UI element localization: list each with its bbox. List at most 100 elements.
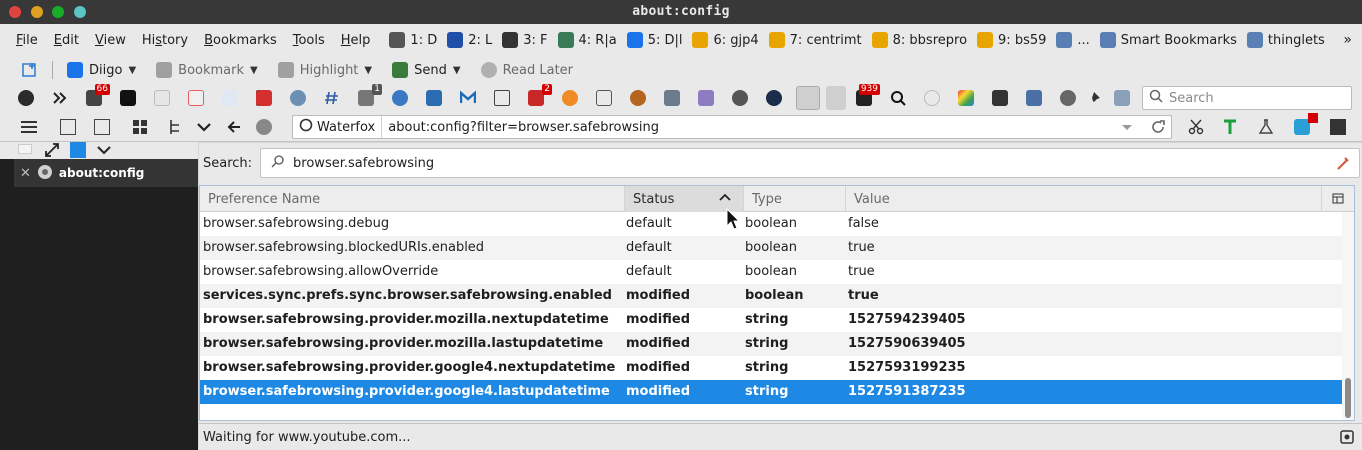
highlight-button[interactable]: Highlight ▼ [272, 62, 378, 78]
hash-icon[interactable] [324, 90, 340, 106]
more-tools-icon[interactable] [52, 90, 68, 106]
table-row[interactable]: browser.safebrowsing.provider.mozilla.la… [200, 332, 1343, 356]
scissors-icon[interactable] [1188, 119, 1204, 135]
close-tab-icon[interactable]: ✕ [20, 166, 31, 181]
doc-icon[interactable] [188, 90, 204, 106]
menu-history[interactable]: History [134, 33, 196, 48]
read-later-button[interactable]: Read Later [475, 62, 579, 78]
menu-tools[interactable]: Tools [285, 33, 333, 48]
url-bar[interactable]: Waterfox about:config?filter=browser.saf… [292, 115, 1172, 139]
font-icon[interactable] [222, 90, 238, 106]
column-picker-icon[interactable] [1332, 193, 1344, 209]
clear-search-icon[interactable] [1335, 155, 1351, 171]
re-icon[interactable] [290, 90, 306, 106]
counter-icon[interactable]: 1 [358, 84, 382, 106]
photo-icon[interactable] [992, 90, 1008, 106]
upload-icon[interactable] [1060, 90, 1076, 106]
cat-icon[interactable] [698, 90, 714, 106]
text-t-icon[interactable] [1222, 119, 1238, 135]
hamburger-menu-icon[interactable] [20, 119, 37, 135]
flower-icon[interactable] [796, 86, 820, 110]
bookmark-item[interactable]: thinglets [1242, 32, 1330, 48]
chevron-down-icon[interactable]: ▼ [364, 65, 372, 76]
bookmark-item[interactable]: 5: D|l [622, 32, 688, 48]
markdown-icon[interactable] [120, 90, 136, 106]
menu-bookmarks[interactable]: Bookmarks [196, 33, 285, 48]
bookmark-button[interactable]: Bookmark ▼ [150, 62, 264, 78]
table-row[interactable]: browser.safebrowsing.provider.google4.la… [200, 380, 1343, 404]
site-identity[interactable]: Waterfox [293, 116, 383, 138]
status-panel-icon[interactable] [1340, 430, 1354, 448]
bookmark-item[interactable]: 9: bs59 [972, 32, 1051, 48]
m-icon[interactable] [459, 90, 477, 106]
pocket-icon[interactable]: 66 [86, 84, 110, 106]
flask-icon[interactable] [1258, 119, 1274, 135]
diigo-button[interactable]: Diigo ▼ [61, 62, 142, 78]
table-row[interactable]: browser.safebrowsing.provider.google4.ne… [200, 356, 1343, 380]
bookmark-item[interactable]: 3: F [497, 32, 552, 48]
share-icon[interactable] [494, 90, 510, 106]
trash-icon[interactable]: 2 [528, 84, 552, 106]
scrollbar-thumb[interactable] [1345, 378, 1351, 418]
monkey-icon[interactable] [630, 90, 646, 106]
window-icon[interactable] [1114, 90, 1130, 106]
pin-icon[interactable] [1086, 90, 1102, 106]
bookmark-item[interactable]: 4: R|a [553, 32, 622, 48]
chevron-down-icon[interactable]: ▼ [250, 65, 258, 76]
extension-blue-icon[interactable] [1294, 113, 1318, 135]
menu-file[interactable]: File [8, 33, 46, 48]
table-icon[interactable] [1026, 90, 1042, 106]
blocked-icon[interactable] [154, 90, 170, 106]
reload-icon[interactable] [1150, 119, 1166, 135]
apps-icon[interactable] [958, 90, 974, 106]
fingerprint-icon[interactable] [924, 90, 940, 106]
url-dropdown-icon[interactable] [1121, 122, 1133, 137]
table-row[interactable]: browser.safebrowsing.blockedURIs.enabled… [200, 236, 1343, 260]
reader-icon[interactable] [256, 119, 272, 135]
sidebar-tab[interactable]: ✕ about:config [14, 159, 198, 187]
vtr-icon[interactable] [94, 119, 110, 135]
menu-help[interactable]: Help [333, 33, 379, 48]
menu-edit[interactable]: Edit [46, 33, 87, 48]
orange-icon[interactable] [562, 90, 578, 106]
grid-icon[interactable] [664, 90, 680, 106]
table-row[interactable]: browser.safebrowsing.provider.mozilla.ne… [200, 308, 1343, 332]
column-type[interactable]: Type [744, 186, 846, 212]
bookmark-item[interactable]: ... [1051, 32, 1094, 48]
vertical-scrollbar[interactable] [1342, 212, 1354, 420]
popout-icon[interactable] [70, 142, 86, 158]
pen-icon[interactable] [826, 86, 846, 110]
bookmark-item[interactable]: 8: bbsrepro [867, 32, 972, 48]
table-row[interactable]: browser.safebrowsing.allowOverride defaul… [200, 260, 1343, 284]
config-search-input[interactable]: browser.safebrowsing [260, 148, 1361, 178]
ublock-icon[interactable] [766, 90, 782, 106]
tiles-icon[interactable] [132, 119, 148, 135]
image-icon[interactable] [426, 90, 442, 106]
bookmarks-overflow-button[interactable]: » [1343, 32, 1352, 48]
url-text[interactable]: about:config?filter=browser.safebrowsing [382, 120, 1171, 135]
sidebar-toggle-icon[interactable] [60, 119, 76, 135]
qr-code-icon[interactable] [1330, 119, 1346, 135]
zoom-icon[interactable] [890, 90, 906, 106]
screenshot-icon[interactable] [596, 90, 612, 106]
table-row[interactable]: services.sync.prefs.sync.browser.safebro… [200, 284, 1343, 308]
bookmark-item[interactable]: 6: gjp4 [687, 32, 763, 48]
phone-icon[interactable] [18, 90, 34, 106]
gear-icon[interactable] [732, 90, 748, 106]
tree-icon[interactable] [168, 119, 184, 135]
bookmark-item[interactable]: Smart Bookmarks [1095, 32, 1242, 48]
dropdown-icon[interactable] [196, 119, 212, 135]
column-value[interactable]: Value [846, 186, 1322, 212]
bookmark-item[interactable]: 1: D [384, 32, 442, 48]
web-search-box[interactable]: Search [1142, 86, 1352, 110]
column-preference-name[interactable]: Preference Name [200, 186, 625, 212]
table-row[interactable]: browser.safebrowsing.debug default boolean… [200, 212, 1343, 236]
bookmark-item[interactable]: 7: centrimt [764, 32, 867, 48]
bookmark-item[interactable]: 2: L [442, 32, 497, 48]
send-button[interactable]: Send ▼ [386, 62, 466, 78]
fastest-icon[interactable] [256, 90, 272, 106]
menu-view[interactable]: View [87, 33, 134, 48]
counter-939-icon[interactable]: 939 [856, 84, 880, 106]
back-arrow-icon[interactable] [226, 119, 242, 135]
globe-icon[interactable] [392, 90, 408, 106]
